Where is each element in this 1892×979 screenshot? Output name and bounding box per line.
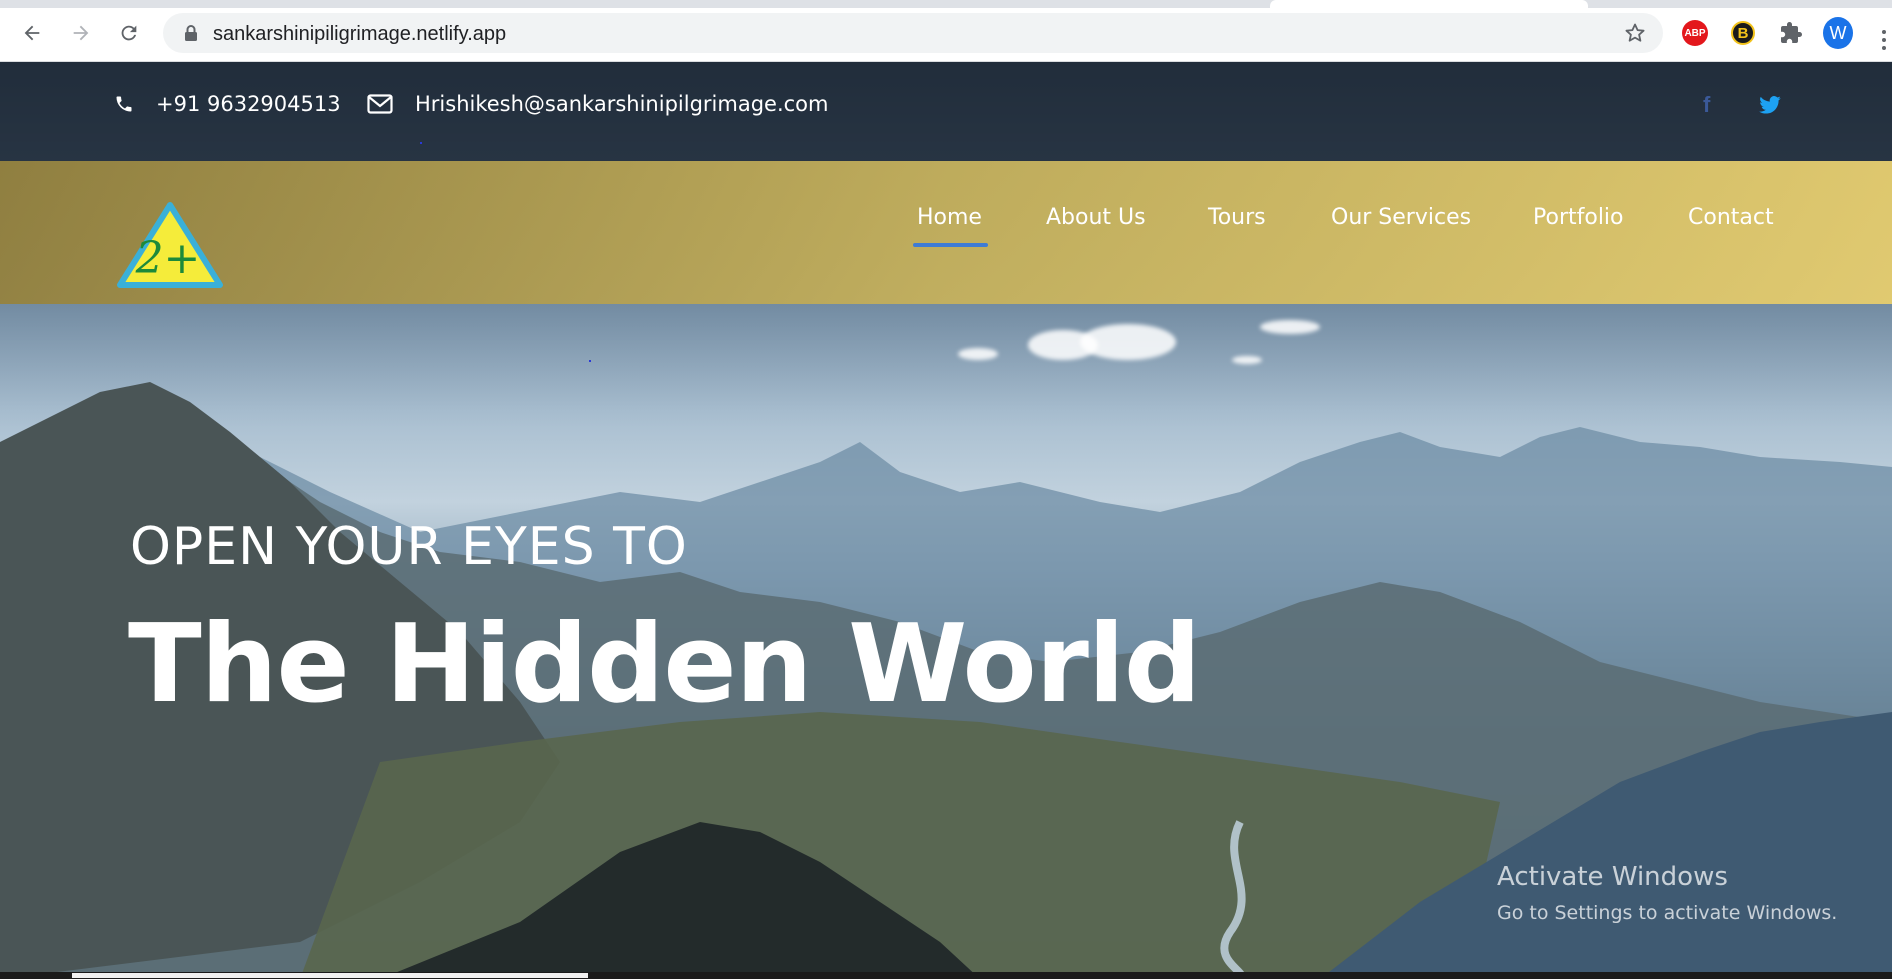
forward-arrow-icon (73, 25, 89, 41)
browser-menu-icon[interactable] (1882, 30, 1886, 54)
url-text: sankarshinipiligrimage.netlify.app (213, 23, 507, 45)
hero-subtitle: OPEN YOUR EYES TO (130, 517, 688, 577)
watermark-subtitle: Go to Settings to activate Windows. (1497, 902, 1838, 924)
nav-portfolio[interactable]: Portfolio (1533, 205, 1624, 230)
reload-button[interactable] (114, 18, 144, 48)
tab-strip (0, 0, 1892, 8)
phone-contact[interactable]: +91 9632904513 (114, 92, 341, 116)
bookmark-star-icon[interactable] (1623, 21, 1647, 45)
phone-icon (116, 96, 132, 112)
lock-icon (185, 25, 197, 41)
activate-windows-watermark: Activate Windows Go to Settings to activ… (1497, 862, 1837, 924)
cursor-dot (589, 360, 591, 362)
address-bar[interactable]: sankarshinipiligrimage.netlify.app (163, 13, 1663, 53)
main-navbar: 2+ Home About Us Tours Our Services Port… (0, 161, 1892, 304)
top-contact-bar: +91 9632904513 Hrishikesh@sankarshinipil… (0, 62, 1892, 161)
puzzle-icon (1781, 22, 1802, 43)
extensions-button[interactable] (1776, 18, 1806, 48)
reload-icon (121, 25, 137, 41)
adblock-extension-button[interactable]: ABP (1680, 18, 1710, 48)
nav-home[interactable]: Home (917, 205, 982, 230)
profile-avatar: W (1823, 17, 1853, 49)
forward-button[interactable] (66, 18, 96, 48)
back-button[interactable] (17, 18, 47, 48)
adblock-icon: ABP (1682, 20, 1708, 46)
email-address: Hrishikesh@sankarshinipilgrimage.com (415, 92, 829, 116)
hero-title: The Hidden World (128, 602, 1201, 727)
envelope-icon (367, 94, 393, 114)
nav-about-us[interactable]: About Us (1046, 205, 1146, 230)
profile-button[interactable]: W (1823, 17, 1853, 49)
b-extension-icon: B (1731, 21, 1755, 45)
nav-our-services[interactable]: Our Services (1331, 205, 1471, 230)
scrollbar-thumb[interactable] (72, 973, 588, 978)
email-contact[interactable]: Hrishikesh@sankarshinipilgrimage.com (367, 92, 828, 116)
nav-tours[interactable]: Tours (1208, 205, 1266, 230)
nav-contact[interactable]: Contact (1688, 205, 1774, 230)
twitter-icon[interactable] (1759, 96, 1781, 114)
page-viewport: +91 9632904513 Hrishikesh@sankarshinipil… (0, 62, 1892, 979)
browser-toolbar: sankarshinipiligrimage.netlify.app ABP B… (0, 8, 1892, 62)
cursor-dot (420, 142, 422, 144)
phone-number: +91 9632904513 (156, 92, 341, 116)
facebook-icon[interactable]: f (1703, 92, 1710, 118)
back-arrow-icon (24, 25, 40, 41)
b-extension-button[interactable]: B (1728, 18, 1758, 48)
logo-text: 2+ (135, 233, 201, 284)
watermark-title: Activate Windows (1497, 862, 1728, 892)
active-tab[interactable] (1270, 0, 1588, 8)
horizontal-scrollbar[interactable] (0, 972, 1892, 979)
nav-active-indicator (913, 243, 988, 247)
site-logo[interactable]: 2+ (116, 201, 224, 289)
